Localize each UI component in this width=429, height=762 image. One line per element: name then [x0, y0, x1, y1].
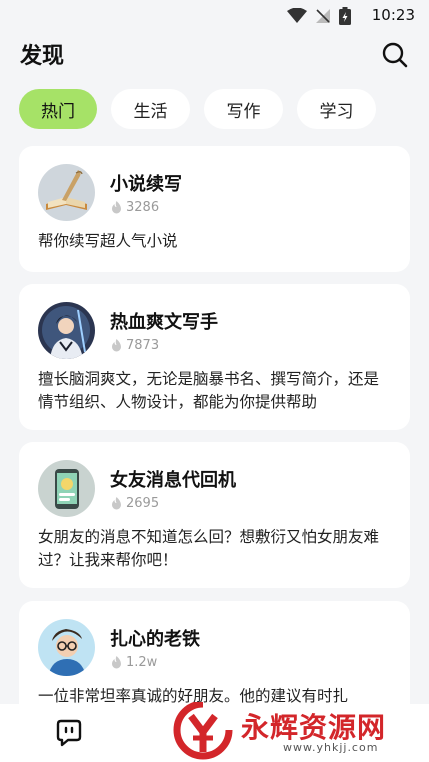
no-signal-icon	[316, 9, 330, 23]
chat-bubble-icon	[56, 719, 82, 747]
flame-icon	[112, 201, 121, 214]
flame-icon	[112, 656, 121, 669]
card-stats: 2695	[111, 496, 159, 511]
watermark-logo-icon	[173, 702, 233, 760]
bot-card-web-novel-writer[interactable]: 热血爽文写手 7873 擅长脑洞爽文，无论是脑暴书名、撰写简介，还是情节组织、人…	[19, 284, 410, 430]
card-description: 擅长脑洞爽文，无论是脑暴书名、撰写简介，还是情节组织、人物设计，都能为你提供帮助	[38, 370, 380, 411]
phone-chat-icon	[38, 460, 95, 517]
card-stats: 1.2w	[111, 655, 157, 670]
card-title: 女友消息代回机	[110, 470, 236, 491]
quill-book-icon	[38, 164, 95, 221]
card-stats: 3286	[111, 200, 159, 215]
card-description: 帮你续写超人气小说	[38, 232, 178, 250]
card-title: 扎心的老铁	[110, 629, 200, 650]
tab-study[interactable]: 学习	[297, 89, 376, 129]
usage-count: 1.2w	[126, 655, 158, 670]
tab-writing[interactable]: 写作	[204, 89, 283, 129]
card-description: 女朋友的消息不知道怎么回？想敷衍又怕女朋友难过？让我来帮你吧！	[38, 528, 380, 569]
status-icons	[287, 7, 351, 25]
glasses-guy-icon	[38, 619, 95, 676]
tab-life[interactable]: 生活	[111, 89, 190, 129]
usage-count: 3286	[126, 200, 160, 215]
status-time: 10:23	[371, 6, 415, 24]
battery-charging-icon	[339, 7, 351, 25]
usage-count: 7873	[126, 338, 160, 353]
bot-card-novel[interactable]: 小说续写 3286 帮你续写超人气小说	[19, 146, 410, 272]
tab-hot[interactable]: 热门	[19, 89, 97, 129]
flame-icon	[112, 339, 121, 352]
category-tabs: 热门 生活 写作 学习	[19, 89, 376, 129]
card-title: 小说续写	[110, 174, 182, 195]
watermark-brand: 永辉资源网	[241, 711, 387, 744]
watermark-url: www.yhkjj.com	[283, 741, 379, 754]
warrior-avatar-icon	[38, 302, 95, 359]
status-bar: 10:23	[0, 0, 429, 30]
chat-tab-button[interactable]	[54, 718, 84, 748]
header: 发现	[0, 30, 429, 80]
wifi-icon	[287, 8, 307, 23]
bot-card-girlfriend-reply[interactable]: 女友消息代回机 2695 女朋友的消息不知道怎么回？想敷衍又怕女朋友难过？让我来…	[19, 442, 410, 588]
card-title: 热血爽文写手	[110, 312, 218, 333]
page-title: 发现	[20, 44, 65, 69]
card-stats: 7873	[111, 338, 159, 353]
search-button[interactable]	[381, 41, 409, 69]
flame-icon	[112, 497, 121, 510]
watermark: 永辉资源网 www.yhkjj.com	[165, 702, 415, 760]
usage-count: 2695	[126, 496, 160, 511]
search-icon	[382, 42, 408, 68]
